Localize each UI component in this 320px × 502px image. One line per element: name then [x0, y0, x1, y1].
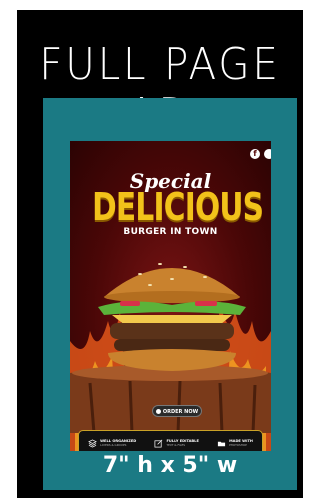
feature-sub: LAYERS & GROUPS [100, 442, 127, 447]
feature-item: WELL ORGANIZED LAYERS & GROUPS [88, 438, 136, 448]
facebook-icon: f [250, 149, 260, 159]
teal-panel: f Special DELICIOUS BURGER IN TOWN ORDER… [43, 98, 297, 490]
folder-icon [217, 441, 226, 446]
order-now-button[interactable]: ORDER NOW [152, 405, 202, 417]
order-now-label: ORDER NOW [162, 409, 199, 415]
feature-item: MADE WITH PHOTOSHOP [217, 439, 253, 448]
size-label: 7" h x 5" w [102, 453, 238, 478]
feature-item: FULLY EDITABLE TEXT & FILES [154, 439, 199, 448]
layers-icon [88, 438, 97, 448]
ad-frame: FULL PAGE AD f Special DELICIOUS BURGER … [17, 10, 303, 498]
burger-illustration [98, 263, 246, 371]
edit-icon [154, 439, 163, 447]
cart-icon [155, 409, 161, 414]
social-icon [264, 149, 271, 159]
feature-bar: WELL ORGANIZED LAYERS & GROUPS FULLY EDI… [78, 430, 263, 451]
poster-subtitle: BURGER IN TOWN [123, 227, 218, 237]
feature-sub: TEXT & FILES [166, 442, 185, 447]
feature-sub: PHOTOSHOP [229, 442, 247, 447]
poster-title: DELICIOUS [92, 185, 264, 229]
burger-poster: f Special DELICIOUS BURGER IN TOWN ORDER… [70, 141, 271, 451]
